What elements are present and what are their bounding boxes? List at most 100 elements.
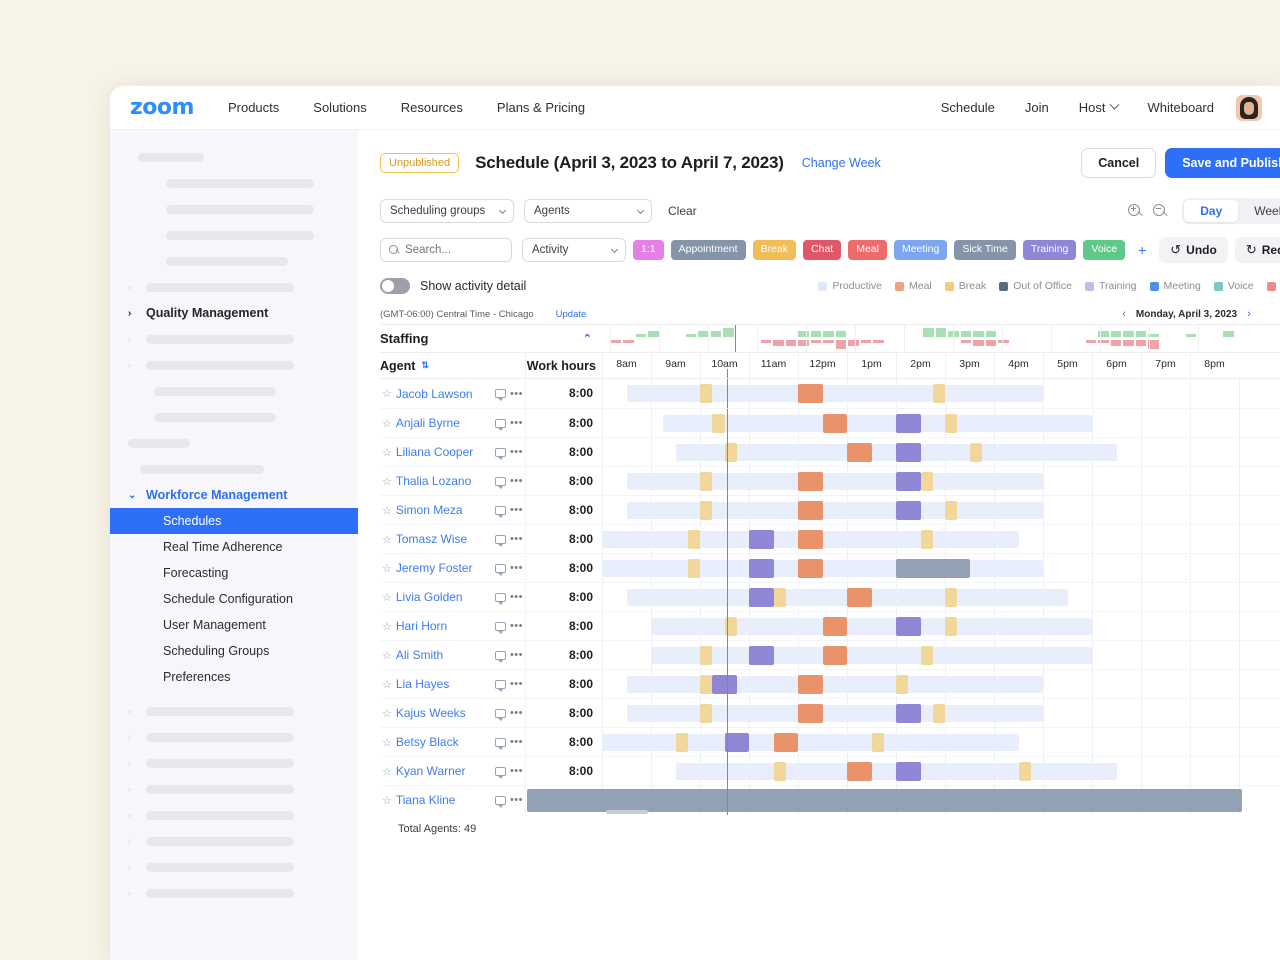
chat-bubble-icon[interactable] <box>495 448 506 457</box>
schedule-segment-train[interactable] <box>712 675 737 694</box>
schedule-segment-meal[interactable] <box>798 559 823 578</box>
schedule-segment-meal[interactable] <box>823 414 848 433</box>
row-more-options-icon[interactable]: ••• <box>510 562 525 574</box>
schedule-segment-meal[interactable] <box>798 472 823 491</box>
schedule-segment-break[interactable] <box>945 617 957 636</box>
activity-chip-1-1[interactable]: 1:1 <box>633 240 664 259</box>
favorite-star-icon[interactable]: ☆ <box>382 446 392 459</box>
schedule-track[interactable] <box>602 554 1280 583</box>
schedule-segment-train[interactable] <box>896 617 921 636</box>
schedule-segment-break[interactable] <box>700 704 712 723</box>
agent-name-link[interactable]: Liliana Cooper <box>396 445 473 459</box>
chat-bubble-icon[interactable] <box>495 709 506 718</box>
schedule-segment-break[interactable] <box>774 762 786 781</box>
sort-icon[interactable]: ⇅ <box>421 360 429 371</box>
schedule-segment-train[interactable] <box>896 443 921 462</box>
row-more-options-icon[interactable]: ••• <box>510 649 525 661</box>
agent-name-link[interactable]: Thalia Lozano <box>396 474 471 488</box>
nav-link-host[interactable]: Host <box>1079 100 1118 115</box>
schedule-segment-meal[interactable] <box>798 530 823 549</box>
chat-bubble-icon[interactable] <box>495 622 506 631</box>
schedule-segment-meal[interactable] <box>847 443 872 462</box>
schedule-segment-productive[interactable] <box>602 560 1043 577</box>
schedule-segment-break[interactable] <box>700 501 712 520</box>
row-more-options-icon[interactable]: ••• <box>510 736 525 748</box>
agent-name-link[interactable]: Betsy Black <box>396 735 459 749</box>
schedule-segment-break[interactable] <box>945 501 957 520</box>
schedule-segment-out-of-office[interactable] <box>527 789 1242 812</box>
schedule-segment-productive[interactable] <box>627 705 1044 722</box>
activity-chip-sick-time[interactable]: Sick Time <box>954 240 1016 259</box>
schedule-segment-break[interactable] <box>921 646 933 665</box>
schedule-segment-meal[interactable] <box>774 733 799 752</box>
schedule-segment-productive[interactable] <box>627 385 1044 402</box>
schedule-segment-meal[interactable] <box>823 646 848 665</box>
favorite-star-icon[interactable]: ☆ <box>382 765 392 778</box>
chat-bubble-icon[interactable] <box>495 767 506 776</box>
schedule-segment-productive[interactable] <box>651 647 1092 664</box>
schedule-segment-break[interactable] <box>970 443 982 462</box>
chat-bubble-icon[interactable] <box>495 738 506 747</box>
schedule-segment-break[interactable] <box>945 414 957 433</box>
favorite-star-icon[interactable]: ☆ <box>382 736 392 749</box>
schedule-track[interactable] <box>602 728 1280 757</box>
row-more-options-icon[interactable]: ••• <box>510 533 525 545</box>
schedule-track[interactable] <box>602 699 1280 728</box>
schedule-segment-break[interactable] <box>1019 762 1031 781</box>
favorite-star-icon[interactable]: ☆ <box>382 417 392 430</box>
favorite-star-icon[interactable]: ☆ <box>382 678 392 691</box>
schedule-segment-break[interactable] <box>712 414 724 433</box>
nav-link-schedule[interactable]: Schedule <box>941 100 995 115</box>
row-more-options-icon[interactable]: ••• <box>510 475 525 487</box>
sidebar-item-forecasting[interactable]: Forecasting <box>110 560 358 586</box>
favorite-star-icon[interactable]: ☆ <box>382 794 392 807</box>
sidebar-item-real-time-adherence[interactable]: Real Time Adherence <box>110 534 358 560</box>
redo-button[interactable]: ↻ Redo <box>1235 237 1280 263</box>
schedule-segment-train[interactable] <box>749 559 774 578</box>
add-activity-button[interactable]: + <box>1132 242 1152 258</box>
schedule-track[interactable] <box>602 379 1280 408</box>
schedule-segment-break[interactable] <box>688 530 700 549</box>
nav-link-products[interactable]: Products <box>228 100 279 115</box>
schedule-segment-break[interactable] <box>933 704 945 723</box>
schedule-segment-productive[interactable] <box>627 676 1044 693</box>
favorite-star-icon[interactable]: ☆ <box>382 504 392 517</box>
sidebar-item-user-management[interactable]: User Management <box>110 612 358 638</box>
agent-name-link[interactable]: Tiana Kline <box>396 793 456 807</box>
schedule-segment-break[interactable] <box>676 733 688 752</box>
schedule-segment-break[interactable] <box>700 675 712 694</box>
schedule-track[interactable] <box>602 438 1280 467</box>
horizontal-scrollbar[interactable] <box>606 810 648 814</box>
schedule-segment-break[interactable] <box>700 384 712 403</box>
schedule-segment-break[interactable] <box>700 646 712 665</box>
sidebar-item-quality-management[interactable]: › Quality Management <box>110 300 358 326</box>
favorite-star-icon[interactable]: ☆ <box>382 649 392 662</box>
chat-bubble-icon[interactable] <box>495 477 506 486</box>
schedule-track[interactable] <box>602 670 1280 699</box>
schedule-segment-meal[interactable] <box>798 675 823 694</box>
schedule-segment-break[interactable] <box>945 588 957 607</box>
zoom-in-icon[interactable] <box>1128 204 1143 219</box>
schedule-segment-break[interactable] <box>921 472 933 491</box>
chat-bubble-icon[interactable] <box>495 564 506 573</box>
agent-name-link[interactable]: Jacob Lawson <box>396 387 473 401</box>
agent-name-link[interactable]: Livia Golden <box>396 590 463 604</box>
agent-name-link[interactable]: Tomasz Wise <box>396 532 467 546</box>
activity-chip-meal[interactable]: Meal <box>848 240 887 259</box>
schedule-segment-train[interactable] <box>896 414 921 433</box>
agent-name-link[interactable]: Hari Horn <box>396 619 447 633</box>
schedule-segment-productive[interactable] <box>627 473 1044 490</box>
row-more-options-icon[interactable]: ••• <box>510 678 525 690</box>
schedule-track[interactable] <box>602 525 1280 554</box>
schedule-segment-productive[interactable] <box>651 618 1092 635</box>
schedule-segment-productive[interactable] <box>602 734 1019 751</box>
sidebar-item-schedule-configuration[interactable]: Schedule Configuration <box>110 586 358 612</box>
search-box[interactable] <box>380 238 512 262</box>
zoom-out-icon[interactable] <box>1153 204 1168 219</box>
schedule-segment-break[interactable] <box>896 675 908 694</box>
view-toggle-week[interactable]: Week <box>1238 200 1280 222</box>
agent-name-link[interactable]: Anjali Byrne <box>396 416 460 430</box>
sidebar-item-workforce-management[interactable]: ⌄ Workforce Management <box>110 482 358 508</box>
favorite-star-icon[interactable]: ☆ <box>382 475 392 488</box>
schedule-segment-meal[interactable] <box>798 384 823 403</box>
